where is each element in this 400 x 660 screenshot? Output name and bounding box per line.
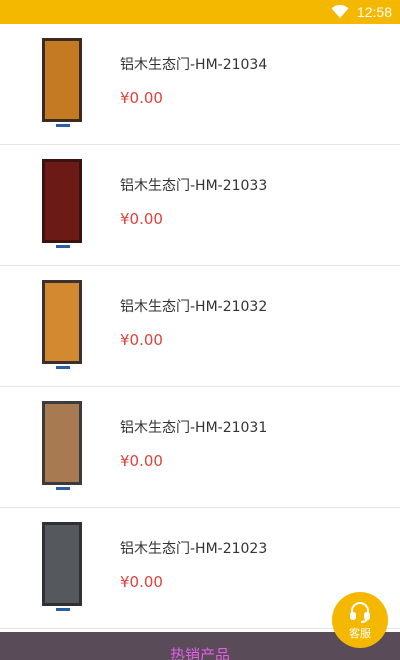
product-item[interactable]: 铝木生态门-HM-21033 ¥0.00 <box>0 145 400 266</box>
product-price: ¥0.00 <box>120 210 163 228</box>
wifi-icon <box>331 5 349 18</box>
product-name: 铝木生态门-HM-21034 <box>120 57 268 73</box>
product-name: 铝木生态门-HM-21031 <box>120 420 268 436</box>
door-image <box>40 280 84 372</box>
product-name: 铝木生态门-HM-21032 <box>120 299 268 315</box>
service-label: 客服 <box>349 626 371 640</box>
door-image <box>40 38 84 130</box>
product-name: 铝木生态门-HM-21033 <box>120 178 268 194</box>
product-item[interactable]: 铝木生态门-HM-21032 ¥0.00 <box>0 266 400 387</box>
hot-products-label: 热销产品 <box>169 646 230 660</box>
status-time: 12:58 <box>356 4 392 20</box>
product-price: ¥0.00 <box>120 573 163 591</box>
product-item[interactable]: 铝木生态门-HM-21031 ¥0.00 <box>0 387 400 508</box>
door-image <box>40 159 84 251</box>
product-name: 铝木生态门-HM-21023 <box>120 541 268 557</box>
door-image <box>40 401 84 493</box>
headset-icon <box>350 601 370 623</box>
product-price: ¥0.00 <box>120 89 163 107</box>
product-price: ¥0.00 <box>120 452 163 470</box>
door-image <box>40 522 84 614</box>
product-list: 铝木生态门-HM-21034 ¥0.00 铝木生态门-HM-21033 ¥0.0… <box>0 24 400 629</box>
customer-service-button[interactable]: 客服 <box>332 592 388 648</box>
status-bar: 12:58 <box>0 0 400 24</box>
product-item[interactable]: 铝木生态门-HM-21034 ¥0.00 <box>0 24 400 145</box>
product-price: ¥0.00 <box>120 331 163 349</box>
